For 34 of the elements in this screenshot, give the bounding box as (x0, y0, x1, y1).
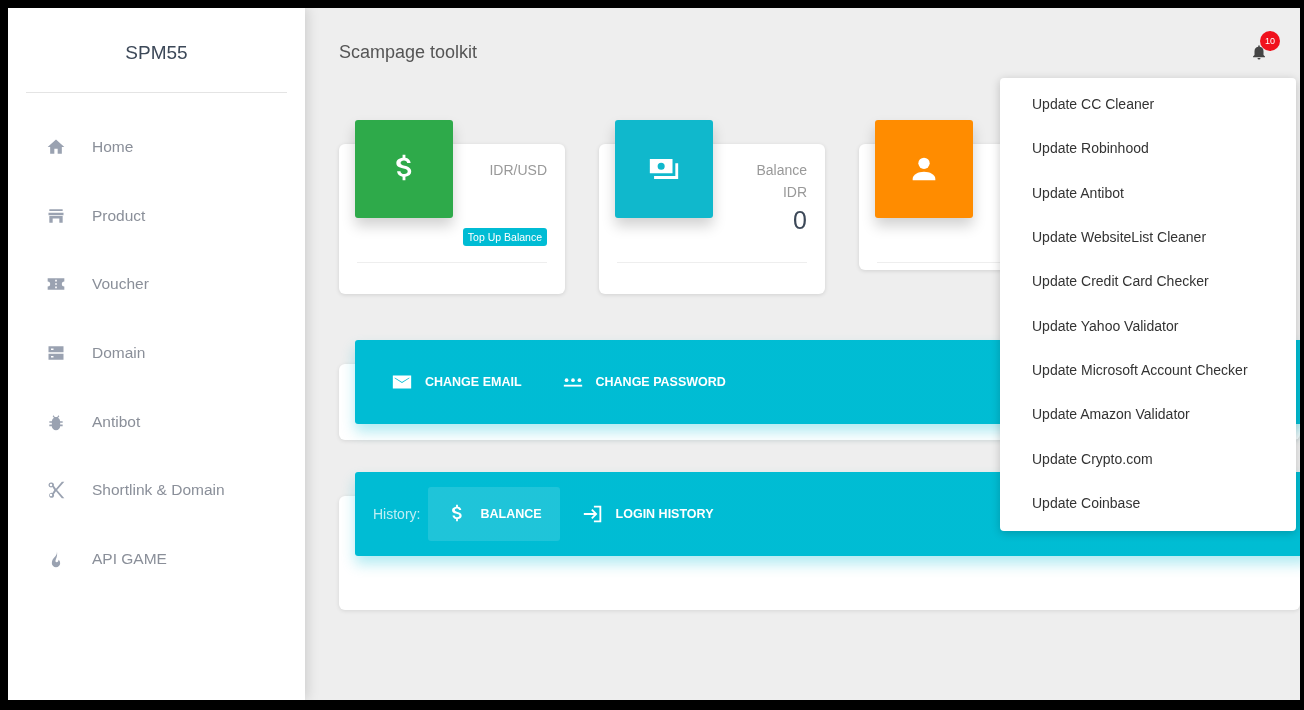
login-icon (581, 503, 604, 525)
notification-item[interactable]: Update CC Cleaner (1000, 82, 1296, 127)
history-label: History: (373, 506, 421, 522)
notification-item[interactable]: Update Coinbase (1000, 480, 1296, 525)
notification-item[interactable]: Update Yahoo Validator (1000, 303, 1296, 348)
stat-label: IDR/USD (489, 162, 547, 178)
sidebar-item[interactable]: Home (8, 113, 305, 182)
notification-item[interactable]: Update WebsiteList Cleaner (1000, 214, 1296, 260)
notification-item[interactable]: Update Microsoft Account Checker (1000, 347, 1296, 393)
sidebar-item[interactable]: Shortlink & Domain (8, 455, 305, 525)
notification-item[interactable]: Update Antibot (1000, 170, 1296, 215)
top-up-link[interactable]: Top Up Balance (462, 228, 547, 246)
notification-item[interactable]: Update Credit Card Checker (1000, 259, 1296, 304)
stat-value: 0 (793, 206, 807, 235)
account-tab[interactable]: CHANGE PASSWORD (543, 355, 744, 409)
sidebar-item[interactable]: Domain (8, 318, 305, 388)
page-title: Scampage toolkit (339, 41, 478, 63)
notification-item[interactable]: Update Robinhood (1000, 126, 1296, 171)
scissors-icon (46, 480, 66, 501)
sidebar-item[interactable]: Voucher (8, 250, 305, 319)
notification-item[interactable]: Update Crypto.com (1000, 436, 1296, 481)
notification-button[interactable]: 10 (1246, 31, 1280, 65)
notification-count: 10 (1260, 31, 1280, 51)
stat-unit: IDR (782, 184, 807, 200)
history-tab[interactable]: BALANCE (428, 487, 560, 541)
bell-icon (1250, 43, 1268, 61)
sidebar-item[interactable]: Product (8, 181, 305, 251)
sidebar-item[interactable]: API GAME (8, 524, 305, 594)
history-tab[interactable]: LOGIN HISTORY (563, 487, 732, 541)
stat-label: Balance (756, 162, 807, 178)
sidebar-item[interactable]: Antibot (8, 387, 305, 456)
brand-name: SPM55 (124, 41, 189, 65)
notification-item[interactable]: Update Amazon Validator (1000, 392, 1296, 437)
account-tab[interactable]: CHANGE EMAIL (373, 355, 540, 409)
